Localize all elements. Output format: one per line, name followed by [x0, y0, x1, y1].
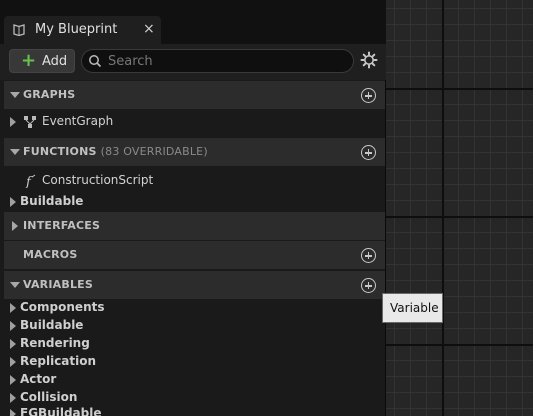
collapse-arrow-icon[interactable] — [10, 117, 16, 127]
expand-arrow-icon[interactable] — [10, 282, 20, 288]
tree-item-label: FGBuildable — [20, 406, 102, 416]
add-macro-icon[interactable] — [361, 248, 376, 263]
search-icon — [89, 55, 102, 68]
functions-title-text: FUNCTIONS — [23, 145, 97, 158]
tooltip-text: Variable — [390, 301, 439, 315]
section-variables-title: VARIABLES — [23, 278, 93, 291]
variable-category-replication[interactable]: Replication — [4, 353, 385, 371]
gear-icon[interactable] — [360, 51, 378, 69]
tab-title: My Blueprint — [35, 22, 118, 37]
variable-category-rendering[interactable]: Rendering — [4, 335, 385, 353]
tree-item-label: Actor — [20, 372, 57, 386]
tree-item-buildable-functions[interactable]: Buildable — [4, 193, 385, 211]
section-interfaces[interactable]: INTERFACES — [4, 212, 385, 240]
collapse-arrow-icon[interactable] — [10, 409, 16, 416]
tree-item-label: Collision — [20, 390, 78, 404]
tab-strip: My Blueprint × — [0, 0, 386, 44]
add-button[interactable]: + Add — [9, 49, 75, 73]
plus-icon: + — [21, 50, 37, 71]
collapse-arrow-icon[interactable] — [10, 303, 16, 313]
search-box[interactable] — [81, 49, 354, 73]
expand-arrow-icon[interactable] — [10, 92, 20, 98]
add-variable-icon[interactable] — [361, 278, 376, 293]
tree-item-label: Components — [20, 300, 105, 314]
add-graph-icon[interactable] — [361, 88, 376, 103]
section-interfaces-title: INTERFACES — [23, 219, 101, 232]
collapse-arrow-icon[interactable] — [10, 357, 16, 367]
section-macros-title: MACROS — [23, 248, 78, 261]
tree-item-label: Buildable — [20, 318, 84, 332]
graph-canvas[interactable] — [386, 0, 533, 416]
section-graphs-title: GRAPHS — [23, 88, 76, 101]
variable-category-fgbuildable[interactable]: FGBuildable — [4, 405, 385, 416]
tree-item-label: Buildable — [20, 194, 84, 208]
svg-text:f: f — [25, 175, 33, 188]
tree-item-eventgraph[interactable]: EventGraph — [4, 113, 385, 131]
add-function-icon[interactable] — [361, 145, 376, 160]
section-variables[interactable]: VARIABLES — [4, 271, 385, 299]
tooltip: Variable — [382, 293, 443, 323]
tree-item-label: Replication — [20, 354, 97, 368]
tree-item-label: EventGraph — [42, 114, 114, 128]
tree-item-label: Rendering — [20, 336, 90, 350]
event-graph-icon — [24, 116, 36, 128]
function-icon: f — [25, 174, 36, 188]
variable-category-components[interactable]: Components — [4, 299, 385, 317]
tree-item-label: ConstructionScript — [42, 173, 154, 187]
tab-my-blueprint[interactable]: My Blueprint × — [4, 16, 161, 44]
collapse-arrow-icon[interactable] — [12, 221, 18, 231]
expand-arrow-icon[interactable] — [10, 149, 20, 155]
variable-category-actor[interactable]: Actor — [4, 371, 385, 389]
section-graphs[interactable]: GRAPHS — [4, 81, 385, 109]
functions-overridable-count: (83 OVERRIDABLE) — [100, 145, 208, 158]
collapse-arrow-icon[interactable] — [10, 197, 16, 207]
variable-category-buildable[interactable]: Buildable — [4, 317, 385, 335]
my-blueprint-panel: My Blueprint × + Add GRAP — [0, 0, 386, 416]
section-macros[interactable]: MACROS — [4, 241, 385, 269]
section-functions-title: FUNCTIONS (83 OVERRIDABLE) — [23, 145, 208, 158]
collapse-arrow-icon[interactable] — [10, 393, 16, 403]
tree-item-constructionscript[interactable]: f ConstructionScript — [4, 172, 385, 190]
add-button-label: Add — [42, 54, 68, 69]
collapse-arrow-icon[interactable] — [10, 339, 16, 349]
close-icon[interactable]: × — [143, 21, 155, 37]
collapse-arrow-icon[interactable] — [10, 321, 16, 331]
toolbar: + Add — [0, 44, 386, 80]
section-functions[interactable]: FUNCTIONS (83 OVERRIDABLE) — [4, 138, 385, 166]
search-input[interactable] — [108, 52, 338, 70]
collapse-arrow-icon[interactable] — [10, 375, 16, 385]
document-icon — [13, 24, 25, 37]
